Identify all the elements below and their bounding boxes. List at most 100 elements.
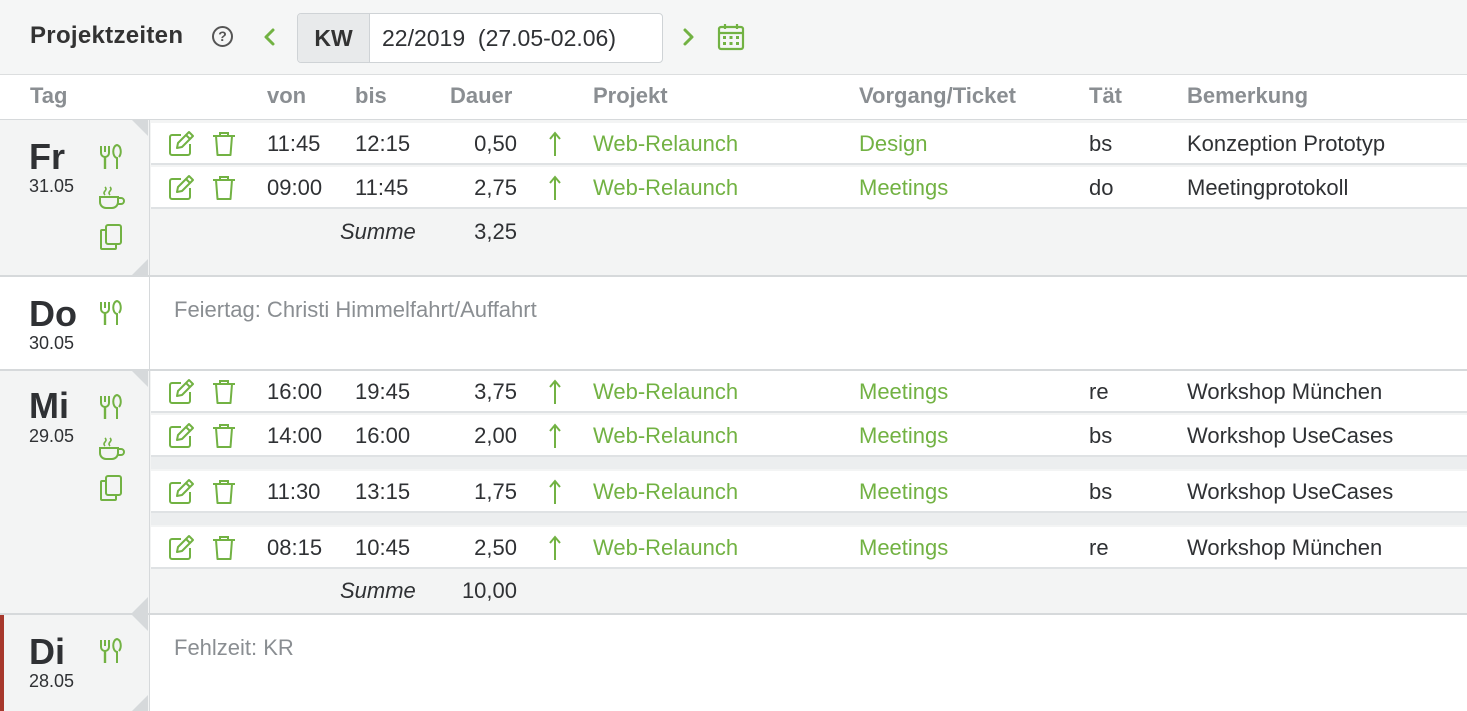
project-link[interactable]: Web-Relaunch — [593, 175, 738, 201]
trash-icon[interactable] — [210, 174, 238, 202]
table-row[interactable]: 14:00 16:00 2,00 Web-Relaunch Meetings b… — [151, 415, 1467, 457]
activity-value: bs — [1089, 479, 1113, 504]
absence-note: Fehlzeit: KR — [174, 635, 294, 660]
chevron-right-icon[interactable] — [676, 22, 700, 52]
col-ticket: Vorgang/Ticket — [859, 83, 1016, 108]
week-selector[interactable]: KW 22/2019 (27.05-02.06) — [297, 13, 663, 63]
help-icon[interactable]: ? — [212, 26, 233, 47]
ticket-link[interactable]: Meetings — [859, 423, 948, 449]
table-row[interactable]: 11:45 12:15 0,50 Web-Relaunch Design bs … — [151, 123, 1467, 165]
page-title: Projektzeiten — [30, 22, 184, 49]
copy-icon[interactable] — [97, 223, 125, 251]
dauer-value: 1,75 — [474, 479, 517, 504]
bis-value: 12:15 — [355, 131, 411, 156]
bis-value: 10:45 — [355, 535, 411, 560]
trash-icon[interactable] — [210, 478, 238, 506]
table-row[interactable]: 11:30 13:15 1,75 Web-Relaunch Meetings b… — [151, 471, 1467, 513]
copy-icon[interactable] — [97, 474, 125, 502]
project-link[interactable]: Web-Relaunch — [593, 535, 738, 561]
toolbar: Projektzeiten ? KW 22/2019 (27.05-02.06) — [0, 0, 1467, 75]
von-value: 16:00 — [267, 379, 323, 404]
edit-icon[interactable] — [167, 478, 195, 506]
day-name: Di — [29, 631, 65, 672]
remark-value: Konzeption Prototyp — [1187, 131, 1386, 156]
dauer-value: 0,50 — [474, 131, 517, 156]
col-bemerkung: Bemerkung — [1187, 83, 1309, 108]
table-row[interactable]: 08:15 10:45 2,50 Web-Relaunch Meetings r… — [151, 527, 1467, 569]
sum-label: Summe — [340, 219, 416, 244]
project-link[interactable]: Web-Relaunch — [593, 479, 738, 505]
day-date: 30.05 — [29, 333, 75, 353]
day-name: Fr — [29, 136, 65, 177]
row-gap — [151, 457, 1467, 469]
ticket-link[interactable]: Meetings — [859, 479, 948, 505]
week-value[interactable]: 22/2019 (27.05-02.06) — [382, 14, 616, 62]
bis-value: 19:45 — [355, 379, 411, 404]
edit-icon[interactable] — [167, 534, 195, 562]
project-link[interactable]: Web-Relaunch — [593, 131, 738, 157]
meal-break-icon[interactable] — [97, 299, 125, 327]
day-section-di: Di 28.05 Fehlzeit: KR — [0, 615, 1467, 711]
corner-marker — [132, 597, 148, 613]
ticket-link[interactable]: Meetings — [859, 379, 948, 405]
meal-break-icon[interactable] — [97, 393, 125, 421]
edit-icon[interactable] — [167, 378, 195, 406]
arrow-up-icon[interactable] — [547, 478, 563, 506]
von-value: 08:15 — [267, 535, 323, 560]
table-row[interactable]: 09:00 11:45 2,75 Web-Relaunch Meetings d… — [151, 167, 1467, 209]
project-link[interactable]: Web-Relaunch — [593, 423, 738, 449]
col-bis: bis — [355, 83, 387, 108]
day-section-mi: Mi 29.05 16:00 19:45 3,75 Web-Relaunch M… — [0, 371, 1467, 615]
sum-label: Summe — [340, 578, 416, 603]
corner-marker — [132, 695, 148, 711]
von-value: 09:00 — [267, 175, 323, 200]
remark-value: Meetingprotokoll — [1187, 175, 1349, 200]
col-von: von — [267, 83, 307, 108]
coffee-break-icon[interactable] — [97, 435, 125, 463]
ticket-link[interactable]: Meetings — [859, 535, 948, 561]
ticket-link[interactable]: Meetings — [859, 175, 948, 201]
day-cell: Fr 31.05 — [0, 120, 150, 275]
trash-icon[interactable] — [210, 130, 238, 158]
trash-icon[interactable] — [210, 378, 238, 406]
meal-break-icon[interactable] — [97, 143, 125, 171]
edit-icon[interactable] — [167, 130, 195, 158]
arrow-up-icon[interactable] — [547, 378, 563, 406]
project-link[interactable]: Web-Relaunch — [593, 379, 738, 405]
edit-icon[interactable] — [167, 422, 195, 450]
dauer-value: 2,75 — [474, 175, 517, 200]
table-row[interactable]: 16:00 19:45 3,75 Web-Relaunch Meetings r… — [151, 371, 1467, 413]
remark-value: Workshop UseCases — [1187, 423, 1394, 448]
sum-row: Summe 3,25 — [151, 211, 1467, 255]
corner-marker — [132, 615, 148, 631]
chevron-left-icon[interactable] — [258, 22, 282, 52]
ticket-link[interactable]: Design — [859, 131, 927, 157]
edit-icon[interactable] — [167, 174, 195, 202]
activity-value: bs — [1089, 131, 1113, 156]
holiday-note: Feiertag: Christi Himmelfahrt/Auffahrt — [174, 297, 537, 322]
row-gap — [151, 513, 1467, 525]
day-date: 28.05 — [29, 671, 75, 691]
col-dauer: Dauer — [450, 83, 513, 108]
sum-row: Summe 10,00 — [151, 570, 1467, 614]
dauer-value: 2,00 — [474, 423, 517, 448]
arrow-up-icon[interactable] — [547, 130, 563, 158]
corner-marker — [132, 371, 148, 387]
day-cell: Do 30.05 — [0, 277, 150, 369]
meal-break-icon[interactable] — [97, 637, 125, 665]
von-value: 11:30 — [267, 479, 321, 504]
arrow-up-icon[interactable] — [547, 422, 563, 450]
calendar-icon[interactable] — [717, 22, 745, 52]
trash-icon[interactable] — [210, 422, 238, 450]
column-header: Tag von bis Dauer Projekt Vorgang/Ticket… — [0, 75, 1467, 120]
trash-icon[interactable] — [210, 534, 238, 562]
von-value: 14:00 — [267, 423, 323, 448]
arrow-up-icon[interactable] — [547, 174, 563, 202]
coffee-break-icon[interactable] — [97, 184, 125, 212]
day-section-do: Do 30.05 Feiertag: Christi Himmelfahrt/A… — [0, 277, 1467, 371]
kw-label: KW — [298, 14, 370, 62]
activity-value: re — [1089, 535, 1109, 560]
day-name: Mi — [29, 385, 69, 426]
arrow-up-icon[interactable] — [547, 534, 563, 562]
sum-value: 10,00 — [461, 578, 517, 603]
